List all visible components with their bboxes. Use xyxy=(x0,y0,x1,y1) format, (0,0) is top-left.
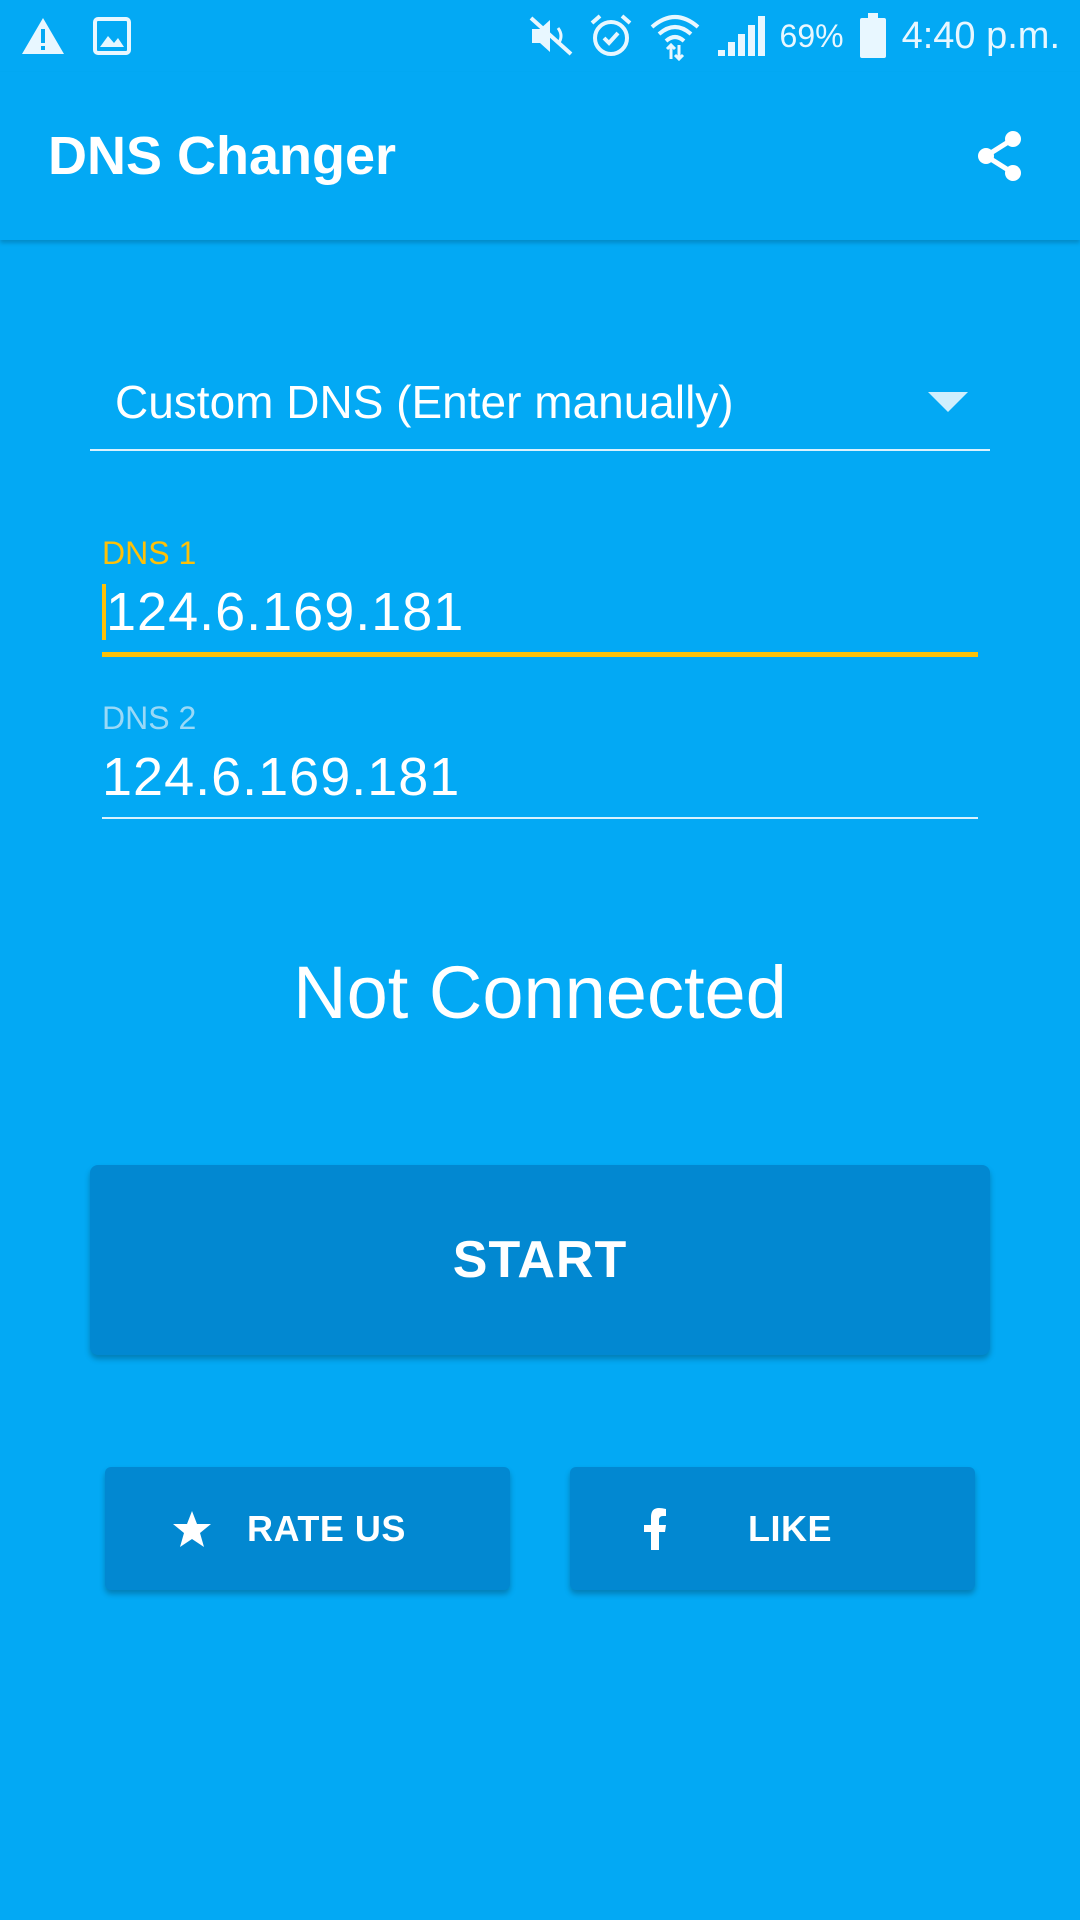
screen: 69% 4:40 p.m. DNS Changer Custom DNS (En… xyxy=(0,0,1080,1920)
text-cursor xyxy=(102,584,106,640)
share-icon[interactable] xyxy=(968,124,1032,188)
rate-us-button[interactable]: RATE US xyxy=(105,1467,510,1590)
app-bar: DNS Changer xyxy=(0,72,1080,240)
image-icon xyxy=(92,16,132,56)
mute-icon xyxy=(528,15,574,57)
like-button[interactable]: LIKE xyxy=(570,1467,975,1590)
battery-icon xyxy=(858,12,888,60)
like-label: LIKE xyxy=(748,1507,833,1549)
dns1-field[interactable]: DNS 1 124.6.169.181 xyxy=(102,535,978,657)
alarm-icon xyxy=(588,13,634,59)
status-right: 69% 4:40 p.m. xyxy=(528,11,1060,61)
dns2-input[interactable]: 124.6.169.181 xyxy=(102,737,978,817)
status-bar: 69% 4:40 p.m. xyxy=(0,0,1080,72)
signal-icon xyxy=(716,14,766,58)
dns-provider-selected: Custom DNS (Enter manually) xyxy=(115,376,734,428)
warning-icon xyxy=(20,16,66,56)
battery-percent: 69% xyxy=(779,17,844,54)
status-left xyxy=(20,16,132,56)
dropdown-arrow-icon xyxy=(928,392,968,412)
dns2-label: DNS 2 xyxy=(102,700,197,736)
dns1-input[interactable]: 124.6.169.181 xyxy=(102,572,978,652)
star-icon xyxy=(167,1504,217,1554)
connection-status: Not Connected xyxy=(293,951,787,1034)
status-time: 4:40 p.m. xyxy=(901,14,1060,57)
dns1-label: DNS 1 xyxy=(102,535,197,571)
dns1-underline xyxy=(102,652,978,657)
dns2-underline xyxy=(102,817,978,819)
facebook-icon xyxy=(630,1504,680,1554)
dns2-value: 124.6.169.181 xyxy=(102,747,461,807)
wifi-icon xyxy=(648,11,702,61)
dns-provider-dropdown[interactable]: Custom DNS (Enter manually) xyxy=(90,355,990,451)
app-title: DNS Changer xyxy=(48,126,397,186)
rate-us-label: RATE US xyxy=(247,1507,406,1549)
dns2-field[interactable]: DNS 2 124.6.169.181 xyxy=(102,700,978,819)
start-button[interactable]: START xyxy=(90,1165,990,1355)
dns1-value: 124.6.169.181 xyxy=(106,582,465,642)
start-button-label: START xyxy=(452,1231,628,1289)
